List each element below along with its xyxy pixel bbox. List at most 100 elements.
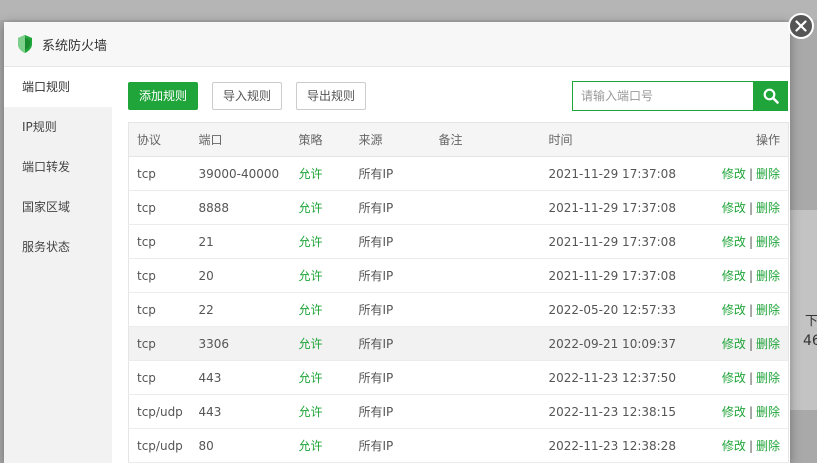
edit-rule-link[interactable]: 修改 [722, 303, 746, 317]
search-box [572, 81, 788, 111]
table-header-row: 协议 端口 策略 来源 备注 时间 操作 [128, 122, 789, 157]
cell-note [430, 428, 541, 463]
ops-separator: | [748, 337, 753, 351]
sidebar-item-port-forward[interactable]: 端口转发 [4, 147, 112, 187]
cell-port: 80 [190, 428, 291, 463]
cell-policy: 允许 [290, 190, 351, 225]
delete-rule-link[interactable]: 删除 [756, 269, 780, 283]
cell-protocol: tcp [128, 258, 191, 293]
cell-policy: 允许 [290, 156, 351, 191]
edit-rule-link[interactable]: 修改 [722, 439, 746, 453]
delete-rule-link[interactable]: 删除 [756, 201, 780, 215]
export-rules-button[interactable]: 导出规则 [296, 82, 367, 110]
cell-ops: 修改 | 删除 [690, 258, 789, 293]
delete-rule-link[interactable]: 删除 [756, 303, 780, 317]
firewall-dialog: 系统防火墙 端口规则 IP规则 端口转发 国家区域 服务状态 添加规则 导入规则… [4, 22, 790, 463]
cell-source: 所有IP [350, 224, 431, 259]
edit-rule-link[interactable]: 修改 [722, 235, 746, 249]
column-header-protocol: 协议 [128, 122, 191, 157]
edit-rule-link[interactable]: 修改 [722, 371, 746, 385]
cell-source: 所有IP [350, 292, 431, 327]
shield-icon [16, 34, 34, 54]
delete-rule-link[interactable]: 删除 [756, 235, 780, 249]
cell-ops: 修改 | 删除 [690, 326, 789, 361]
edit-rule-link[interactable]: 修改 [722, 167, 746, 181]
cell-time: 2022-11-23 12:38:28 [540, 428, 691, 463]
table-row: tcp 20 允许 所有IP 2021-11-29 17:37:08 修改 | 删除 [128, 258, 789, 293]
close-button[interactable] [788, 13, 814, 39]
background-fragment: 下 [805, 314, 817, 329]
cell-policy: 允许 [290, 394, 351, 429]
close-icon [795, 20, 807, 32]
edit-rule-link[interactable]: 修改 [722, 337, 746, 351]
cell-note [430, 326, 541, 361]
cell-time: 2022-11-23 12:38:15 [540, 394, 691, 429]
cell-source: 所有IP [350, 190, 431, 225]
delete-rule-link[interactable]: 删除 [756, 337, 780, 351]
cell-time: 2021-11-29 17:37:08 [540, 156, 691, 191]
cell-time: 2021-11-29 17:37:08 [540, 258, 691, 293]
delete-rule-link[interactable]: 删除 [756, 371, 780, 385]
cell-port: 22 [190, 292, 291, 327]
cell-time: 2022-09-21 10:09:37 [540, 326, 691, 361]
delete-rule-link[interactable]: 删除 [756, 167, 780, 181]
table-row: tcp 3306 允许 所有IP 2022-09-21 10:09:37 修改 | 删除 [128, 326, 789, 361]
toolbar: 添加规则 导入规则 导出规则 [128, 67, 788, 122]
table-row: tcp 22 允许 所有IP 2022-05-20 12:57:33 修改 | 删除 [128, 292, 789, 327]
cell-policy: 允许 [290, 428, 351, 463]
column-header-port: 端口 [190, 122, 291, 157]
cell-protocol: tcp [128, 326, 191, 361]
edit-rule-link[interactable]: 修改 [722, 201, 746, 215]
main-content: 添加规则 导入规则 导出规则 协议 端口 [128, 67, 789, 463]
sidebar-item-service-status[interactable]: 服务状态 [4, 227, 112, 267]
cell-port: 443 [190, 360, 291, 395]
table-row: tcp 443 允许 所有IP 2022-11-23 12:37:50 修改 | 删除 [128, 360, 789, 395]
cell-port: 21 [190, 224, 291, 259]
cell-protocol: tcp [128, 292, 191, 327]
cell-ops: 修改 | 删除 [690, 428, 789, 463]
import-rules-button[interactable]: 导入规则 [212, 82, 283, 110]
column-header-note: 备注 [430, 122, 541, 157]
edit-rule-link[interactable]: 修改 [722, 405, 746, 419]
sidebar-item-country-region[interactable]: 国家区域 [4, 187, 112, 227]
cell-source: 所有IP [350, 428, 431, 463]
dialog-header: 系统防火墙 [4, 22, 790, 67]
port-search-input[interactable] [572, 81, 754, 111]
cell-note [430, 360, 541, 395]
sidebar-item-port-rules[interactable]: 端口规则 [4, 67, 112, 107]
edit-rule-link[interactable]: 修改 [722, 269, 746, 283]
column-header-policy: 策略 [290, 122, 351, 157]
cell-ops: 修改 | 删除 [690, 224, 789, 259]
cell-port: 3306 [190, 326, 291, 361]
column-header-time: 时间 [540, 122, 691, 157]
table-row: tcp 39000-40000 允许 所有IP 2021-11-29 17:37:08 修… [128, 156, 789, 191]
ops-separator: | [748, 371, 753, 385]
cell-port: 39000-40000 [190, 156, 291, 191]
cell-note [430, 190, 541, 225]
delete-rule-link[interactable]: 删除 [756, 439, 780, 453]
ops-separator: | [748, 439, 753, 453]
table-row: tcp/udp 80 允许 所有IP 2022-11-23 12:38:28 修改 | 删除 [128, 428, 789, 463]
ops-separator: | [748, 303, 753, 317]
cell-protocol: tcp/udp [128, 394, 191, 429]
sidebar-item-ip-rules[interactable]: IP规则 [4, 107, 112, 147]
cell-time: 2022-11-23 12:37:50 [540, 360, 691, 395]
cell-note [430, 224, 541, 259]
cell-port: 20 [190, 258, 291, 293]
cell-protocol: tcp [128, 360, 191, 395]
dialog-title: 系统防火墙 [42, 38, 108, 54]
cell-note [430, 394, 541, 429]
ops-separator: | [748, 201, 753, 215]
cell-policy: 允许 [290, 326, 351, 361]
port-rules-table: 协议 端口 策略 来源 备注 时间 操作 tcp 39000-40000 允许 所有I… [128, 122, 789, 463]
cell-source: 所有IP [350, 326, 431, 361]
delete-rule-link[interactable]: 删除 [756, 405, 780, 419]
add-rule-button[interactable]: 添加规则 [128, 82, 199, 110]
search-button[interactable] [754, 81, 788, 111]
cell-ops: 修改 | 删除 [690, 292, 789, 327]
background-strip [0, 0, 817, 20]
search-icon [763, 88, 779, 104]
cell-protocol: tcp [128, 224, 191, 259]
cell-time: 2021-11-29 17:37:08 [540, 224, 691, 259]
cell-port: 8888 [190, 190, 291, 225]
